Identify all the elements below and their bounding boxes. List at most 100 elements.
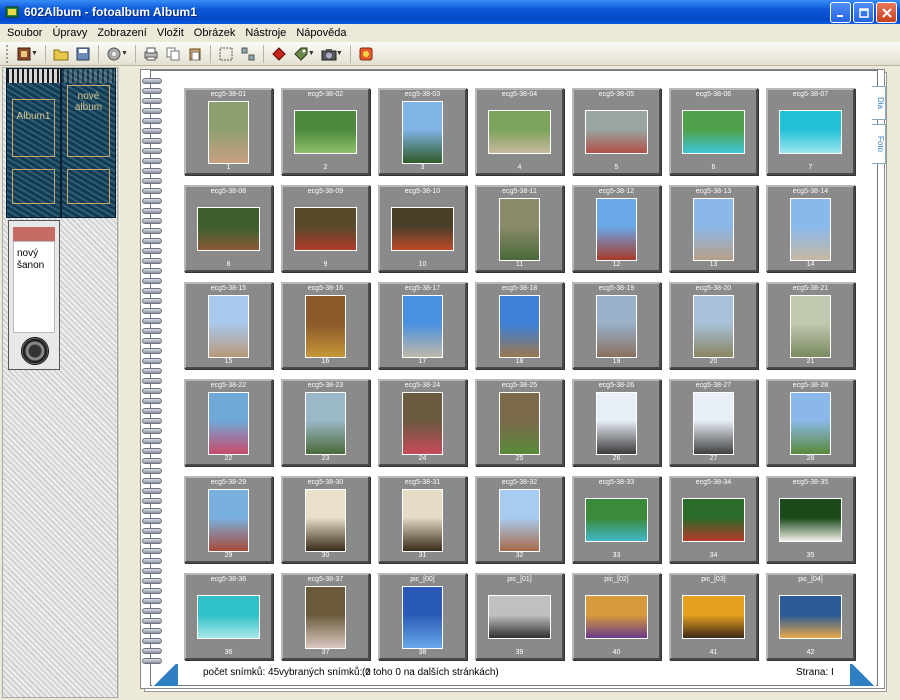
- close-button[interactable]: [876, 2, 897, 23]
- slide-item[interactable]: ecg5-38-25 25: [475, 379, 564, 466]
- spiral-ring: [142, 178, 162, 184]
- menu-soubor[interactable]: Soubor: [2, 27, 47, 39]
- slide-thumbnail: [596, 392, 637, 455]
- slide-item[interactable]: ecg5-38-26 26: [572, 379, 661, 466]
- slide-item[interactable]: ecg5-38-09 9: [281, 185, 370, 272]
- slide-item[interactable]: ecg5-38-28 28: [766, 379, 855, 466]
- slide-item[interactable]: ecg5-38-10 10: [378, 185, 467, 272]
- slide-item[interactable]: ecg5-38-35 35: [766, 476, 855, 563]
- toolbar-grip[interactable]: [6, 44, 9, 63]
- slide-item[interactable]: ecg5-38-16 16: [281, 282, 370, 369]
- slide-thumbnail: [402, 586, 443, 649]
- binder-album1[interactable]: Album1: [6, 68, 61, 218]
- slide-thumbnail: [499, 392, 540, 455]
- camera-dropdown-icon[interactable]: ▼: [336, 50, 343, 57]
- save-button[interactable]: [72, 44, 94, 64]
- slide-item[interactable]: ecg5-38-02 2: [281, 88, 370, 175]
- slide-item[interactable]: ecg5-38-07 7: [766, 88, 855, 175]
- slide-item[interactable]: ecg5-38-32 32: [475, 476, 564, 563]
- slide-item[interactable]: ecg5-38-29 29: [184, 476, 273, 563]
- next-page-corner[interactable]: [850, 664, 876, 686]
- minimize-icon: [836, 14, 843, 17]
- select-all-button[interactable]: [215, 44, 237, 64]
- print-button[interactable]: [140, 44, 162, 64]
- slide-thumbnail: [682, 110, 745, 154]
- slide-number: 4: [517, 164, 522, 171]
- mark-button[interactable]: [268, 44, 290, 64]
- slide-item[interactable]: ecg5-38-06 6: [669, 88, 758, 175]
- paste-button[interactable]: [184, 44, 206, 64]
- slide-item[interactable]: pic_[02] 40: [572, 573, 661, 660]
- spiral-ring: [142, 128, 162, 134]
- new-binder[interactable]: nový šanon: [8, 220, 60, 370]
- slide-item[interactable]: ecg5-38-11 11: [475, 185, 564, 272]
- slide-item[interactable]: ecg5-38-22 22: [184, 379, 273, 466]
- copy-button[interactable]: [162, 44, 184, 64]
- page-indicator: Strana: I: [796, 667, 834, 678]
- slide-item[interactable]: ecg5-38-01 1: [184, 88, 273, 175]
- slide-filename: ecg5-38-16: [307, 285, 344, 292]
- slide-thumbnail: [596, 198, 637, 261]
- slide-item[interactable]: ecg5-38-03 3: [378, 88, 467, 175]
- menu-napoveda[interactable]: Nápověda: [291, 27, 351, 39]
- slide-item[interactable]: pic_[01] 39: [475, 573, 564, 660]
- tab-dia[interactable]: Dia: [872, 86, 886, 120]
- slide-item[interactable]: ecg5-38-36 36: [184, 573, 273, 660]
- tag-dropdown-icon[interactable]: ▼: [308, 50, 315, 57]
- slide-item[interactable]: ecg5-38-37 37: [281, 573, 370, 660]
- spiral-ring: [142, 488, 162, 494]
- slide-item[interactable]: ecg5-38-19 19: [572, 282, 661, 369]
- slide-number: 36: [224, 649, 233, 656]
- slide-item[interactable]: pic_[03] 41: [669, 573, 758, 660]
- slide-filename: ecg5-38-29: [210, 479, 247, 486]
- previous-page-corner[interactable]: [152, 664, 178, 686]
- slide-number: 7: [808, 164, 813, 171]
- slide-thumbnail: [693, 392, 734, 455]
- spiral-ring: [142, 568, 162, 574]
- album-view-dropdown-icon[interactable]: ▼: [31, 50, 38, 57]
- slide-item[interactable]: pic_[00] 38: [378, 573, 467, 660]
- slide-thumbnail: [208, 101, 249, 164]
- slide-count: počet snímků: 45: [203, 667, 280, 678]
- slide-item[interactable]: ecg5-38-18 18: [475, 282, 564, 369]
- slide-filename: ecg5-38-34: [695, 479, 732, 486]
- slide-item[interactable]: ecg5-38-23 23: [281, 379, 370, 466]
- slide-item[interactable]: ecg5-38-15 15: [184, 282, 273, 369]
- slide-number: 41: [709, 649, 718, 656]
- binder-nove-album[interactable]: nové album: [61, 68, 116, 218]
- menu-upravy[interactable]: Úpravy: [47, 27, 92, 39]
- slide-item[interactable]: pic_[04] 42: [766, 573, 855, 660]
- slide-item[interactable]: ecg5-38-08 8: [184, 185, 273, 272]
- slide-item[interactable]: ecg5-38-14 14: [766, 185, 855, 272]
- slide-item[interactable]: ecg5-38-12 12: [572, 185, 661, 272]
- menu-obrazek[interactable]: Obrázek: [189, 27, 241, 39]
- menu-nastroje[interactable]: Nástroje: [240, 27, 291, 39]
- minimize-button[interactable]: [830, 2, 851, 23]
- slide-item[interactable]: ecg5-38-30 30: [281, 476, 370, 563]
- slide-item[interactable]: ecg5-38-33 33: [572, 476, 661, 563]
- tab-foto[interactable]: Foto: [872, 124, 886, 164]
- spiral-binding: [142, 78, 162, 668]
- help-button[interactable]: [355, 44, 377, 64]
- slide-item[interactable]: ecg5-38-21 21: [766, 282, 855, 369]
- grid-view-button[interactable]: [237, 44, 259, 64]
- slide-item[interactable]: ecg5-38-27 27: [669, 379, 758, 466]
- slide-item[interactable]: ecg5-38-20 20: [669, 282, 758, 369]
- slide-number: 19: [612, 358, 621, 365]
- slide-item[interactable]: ecg5-38-17 17: [378, 282, 467, 369]
- slide-item[interactable]: ecg5-38-05 5: [572, 88, 661, 175]
- maximize-button[interactable]: [853, 2, 874, 23]
- slide-item[interactable]: ecg5-38-31 31: [378, 476, 467, 563]
- slide-filename: pic_[02]: [604, 576, 629, 583]
- slide-item[interactable]: ecg5-38-24 24: [378, 379, 467, 466]
- slide-item[interactable]: ecg5-38-34 34: [669, 476, 758, 563]
- spiral-ring: [142, 88, 162, 94]
- menu-vlozit[interactable]: Vložit: [152, 27, 189, 39]
- slide-item[interactable]: ecg5-38-04 4: [475, 88, 564, 175]
- copy-icon: [166, 47, 180, 60]
- slide-item[interactable]: ecg5-38-13 13: [669, 185, 758, 272]
- import-dropdown-icon[interactable]: ▼: [121, 50, 128, 57]
- slide-filename: ecg5-38-11: [502, 188, 537, 195]
- menu-zobrazeni[interactable]: Zobrazení: [92, 27, 152, 39]
- open-button[interactable]: [50, 44, 72, 64]
